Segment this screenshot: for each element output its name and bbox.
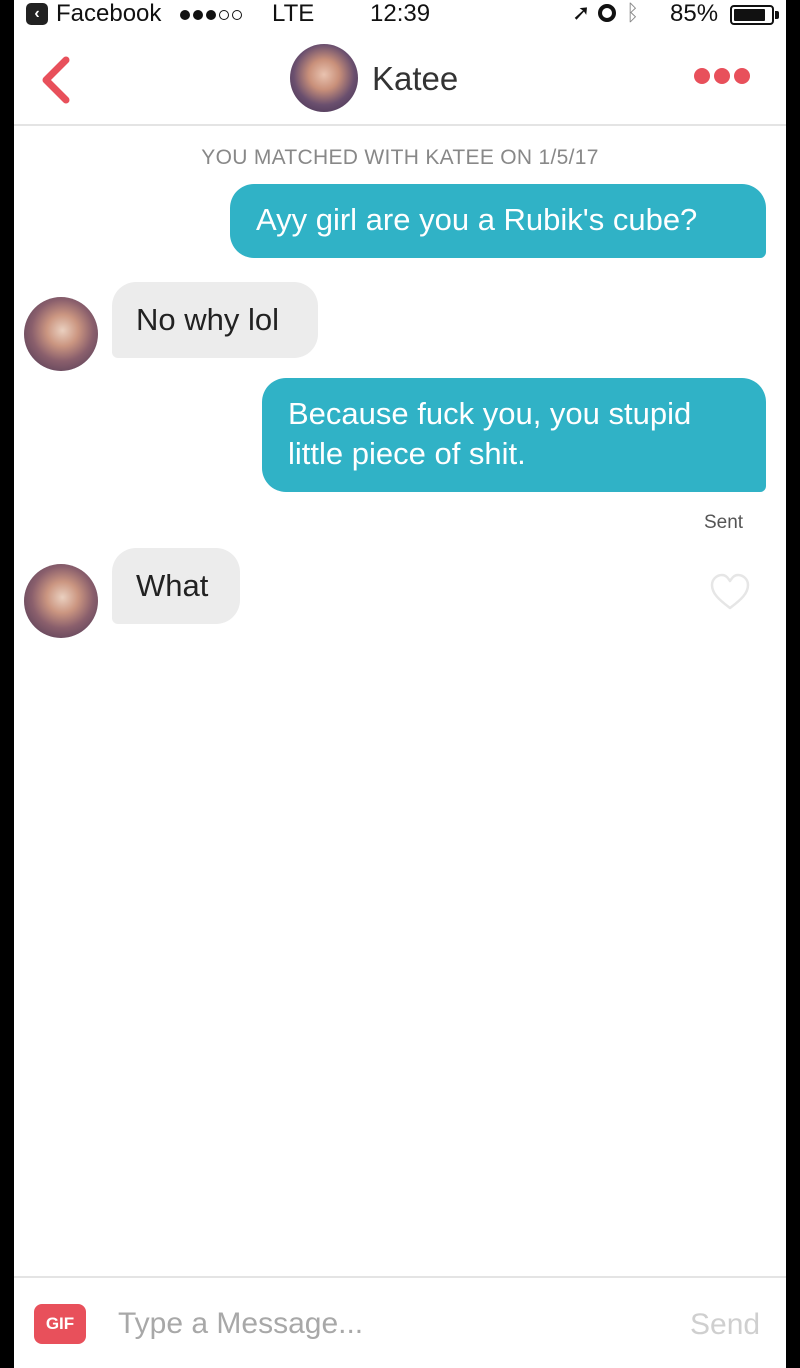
phone-screen: ‹ Facebook LTE 12:39 ➚ ᛒ 85% Katee YOU M… — [14, 0, 786, 1368]
alarm-icon — [598, 4, 616, 22]
match-banner: YOU MATCHED WITH KATEE ON 1/5/17 — [201, 146, 599, 169]
sent-status: Sent — [704, 512, 744, 533]
battery-tip — [775, 11, 779, 19]
message-input[interactable] — [118, 1302, 658, 1346]
contact-name[interactable]: Katee — [372, 60, 458, 98]
status-bar: ‹ Facebook LTE 12:39 ➚ ᛒ 85% — [14, 0, 786, 30]
battery-percent: 85% — [670, 0, 719, 27]
bluetooth-icon: ᛒ — [626, 0, 640, 25]
back-to-app-label[interactable]: Facebook — [56, 0, 161, 28]
contact-avatar-small[interactable] — [24, 297, 98, 371]
contact-avatar[interactable] — [290, 44, 358, 112]
message-bubble-outgoing[interactable]: Because fuck you, you stupid little piec… — [262, 378, 766, 492]
chevron-left-icon[interactable] — [36, 56, 76, 104]
message-composer: GIF Send — [14, 1276, 786, 1368]
three-dots-icon[interactable] — [694, 68, 750, 84]
gif-button[interactable]: GIF — [34, 1304, 86, 1344]
clock: 12:39 — [370, 0, 431, 27]
contact-avatar-small[interactable] — [24, 564, 98, 638]
network-type: LTE — [272, 0, 315, 27]
back-to-app-icon[interactable]: ‹ — [26, 3, 48, 25]
message-bubble-incoming[interactable]: What — [112, 548, 240, 624]
signal-strength-icon — [180, 10, 242, 20]
message-bubble-outgoing[interactable]: Ayy girl are you a Rubik's cube? — [230, 184, 766, 258]
battery-level-fill — [734, 9, 765, 21]
message-bubble-incoming[interactable]: No why lol — [112, 282, 318, 358]
heart-icon[interactable] — [708, 572, 752, 612]
chat-header: Katee — [14, 30, 786, 126]
send-button[interactable]: Send — [690, 1308, 760, 1342]
location-arrow-icon: ➚ — [572, 0, 591, 25]
battery-icon — [730, 5, 774, 25]
